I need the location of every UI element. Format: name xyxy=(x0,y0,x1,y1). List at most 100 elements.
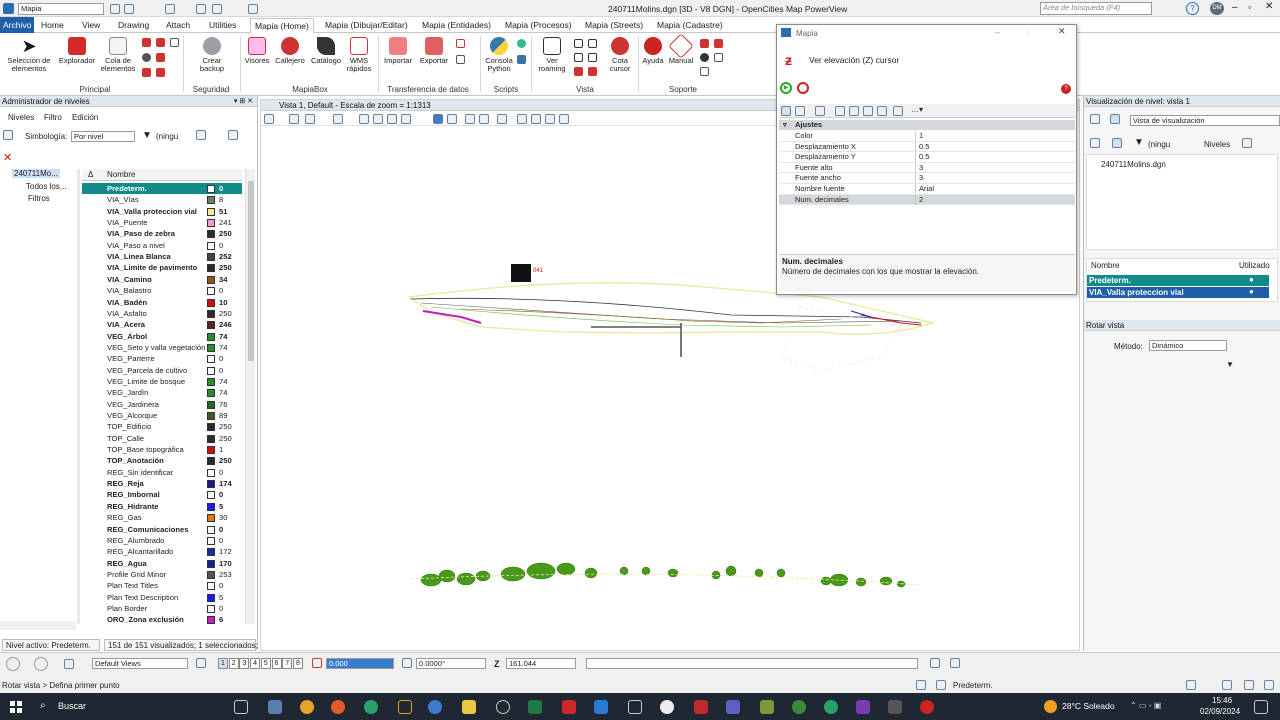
level-color-swatch[interactable] xyxy=(207,468,215,477)
lock-icon[interactable] xyxy=(936,680,946,690)
view-previous-icon[interactable] xyxy=(465,114,475,124)
filezilla-icon[interactable] xyxy=(694,700,708,714)
level-row[interactable]: REG_Gas 30 xyxy=(82,512,242,523)
level-color-swatch[interactable] xyxy=(207,604,215,613)
zoom-window-icon[interactable] xyxy=(359,114,369,124)
status-icon[interactable] xyxy=(1186,680,1196,690)
menu-edicion[interactable]: Edición xyxy=(72,113,98,122)
info-icon[interactable] xyxy=(700,53,709,62)
copy-view-icon[interactable] xyxy=(479,114,489,124)
level-row[interactable]: Profile Grid Minor 253 xyxy=(82,569,242,580)
level-row[interactable]: TOP_Calle 250 xyxy=(82,433,242,444)
open-file-icon[interactable] xyxy=(124,4,134,14)
task-view-icon[interactable] xyxy=(234,700,248,714)
level-color-swatch[interactable] xyxy=(207,298,215,307)
panel-controls[interactable]: ▾ ⊞ ✕ xyxy=(234,96,253,107)
consola-python-button[interactable]: Consola Python xyxy=(481,37,517,73)
excel-icon[interactable] xyxy=(528,700,542,714)
chrome-icon[interactable] xyxy=(824,700,838,714)
level-color-swatch[interactable] xyxy=(207,253,215,262)
level-row[interactable]: VEG_Parterre 0 xyxy=(82,353,242,364)
filter-icon[interactable]: ▼ xyxy=(1134,137,1144,148)
tab-mapia-entidades[interactable]: Mapia (Entidades) xyxy=(418,18,495,33)
status-icon[interactable] xyxy=(1244,680,1254,690)
clip-volume-icon[interactable] xyxy=(517,114,527,124)
app-icon[interactable] xyxy=(856,700,870,714)
display-row[interactable]: VIA_Valla proteccion vial ● xyxy=(1087,287,1269,298)
menu-filtro[interactable]: Filtro xyxy=(44,113,62,122)
level-color-swatch[interactable] xyxy=(207,434,215,443)
catalogo-button[interactable]: Catálogo xyxy=(308,37,344,65)
level-color-swatch[interactable] xyxy=(207,264,215,273)
play-icon[interactable]: ▶ xyxy=(780,82,792,94)
level-row[interactable]: REG_Comunicaciones 0 xyxy=(82,524,242,535)
tree-file[interactable]: 240711Mo... xyxy=(12,169,60,178)
level-row[interactable]: REG_Imbornal 0 xyxy=(82,489,242,500)
level-row[interactable]: VIA_Limite de pavimento 250 xyxy=(82,262,242,273)
level-color-swatch[interactable] xyxy=(207,219,215,228)
col-nombre[interactable]: Nombre xyxy=(107,170,135,179)
small-tool-icon[interactable] xyxy=(142,38,151,47)
level-color-swatch[interactable] xyxy=(207,559,215,568)
display-row[interactable]: Predeterm. ● xyxy=(1087,275,1269,286)
firefox-icon[interactable] xyxy=(331,700,345,714)
small-tool-icon[interactable] xyxy=(700,39,709,48)
filter-dropdown[interactable]: (ningu xyxy=(156,132,178,141)
tab-home[interactable]: Home xyxy=(37,18,68,33)
camera-icon[interactable] xyxy=(497,114,507,124)
level-list-scrollbar[interactable] xyxy=(245,169,255,624)
dialog-minimize[interactable]: – xyxy=(995,27,1000,37)
categorized-icon[interactable] xyxy=(781,106,791,116)
visores-button[interactable]: Visores xyxy=(242,37,272,65)
view-number-button[interactable]: 2 xyxy=(228,658,239,669)
print-icon[interactable] xyxy=(248,4,258,14)
level-row[interactable]: TOP_Anotación 250 xyxy=(82,455,242,466)
level-color-swatch[interactable] xyxy=(207,343,215,352)
level-color-swatch[interactable] xyxy=(207,377,215,386)
settings-icon[interactable] xyxy=(142,53,151,62)
col-used[interactable]: Utilizado xyxy=(1239,261,1270,270)
level-color-swatch[interactable] xyxy=(207,582,215,591)
display-set-icon[interactable] xyxy=(545,114,555,124)
calculator-icon[interactable] xyxy=(888,700,902,714)
view-levels-icon[interactable] xyxy=(1090,114,1100,124)
level-color-swatch[interactable] xyxy=(207,457,215,466)
level-row[interactable]: VIA_Camino 34 xyxy=(82,274,242,285)
toggle-icon[interactable] xyxy=(559,114,569,124)
status-icon[interactable] xyxy=(916,680,926,690)
fit-view-icon[interactable] xyxy=(401,114,411,124)
font-icon[interactable] xyxy=(877,106,887,116)
sort-icon[interactable]: Δ xyxy=(88,170,93,179)
view-number-button[interactable]: 7 xyxy=(282,658,293,669)
small-tool-icon[interactable] xyxy=(456,55,465,64)
bell-icon[interactable] xyxy=(714,53,723,62)
select-icon[interactable] xyxy=(333,114,343,124)
level-row[interactable]: VEG_Alcorque 89 xyxy=(82,410,242,421)
cota-cursor-button[interactable]: Cota cursor xyxy=(604,37,636,73)
level-color-swatch[interactable] xyxy=(207,355,215,364)
property-row[interactable]: Num. decimales 2 xyxy=(779,194,1075,206)
level-row[interactable]: VEG_Seto y valla vegetación 74 xyxy=(82,342,242,353)
tray-icons[interactable]: ⌃ ▭ ◦ ▣ xyxy=(1130,701,1161,710)
level-row[interactable]: VEG_Jardín 74 xyxy=(82,387,242,398)
tab-archivo[interactable]: Archivo xyxy=(0,17,35,33)
view-number-button[interactable]: 4 xyxy=(250,658,261,669)
github-icon[interactable] xyxy=(660,700,674,714)
property-pages-icon[interactable] xyxy=(815,106,825,116)
filter-icon[interactable]: ▼ xyxy=(142,130,152,141)
app-icon[interactable] xyxy=(562,700,576,714)
level-color-swatch[interactable] xyxy=(207,230,215,239)
importar-button[interactable]: Importar xyxy=(380,37,416,65)
small-tool-icon[interactable] xyxy=(170,38,179,47)
level-color-swatch[interactable] xyxy=(207,570,215,579)
active-level-field[interactable]: Nivel activo: Predeterm. xyxy=(2,639,100,651)
close-button[interactable]: ✕ xyxy=(1265,1,1273,12)
ver-roaming-button[interactable]: Ver roaming xyxy=(534,37,570,73)
angle-input[interactable]: 0.0000° xyxy=(416,658,486,669)
user-avatar[interactable]: DM xyxy=(1210,2,1224,15)
seleccion-button[interactable]: ➤ Selección de elementos xyxy=(4,37,54,73)
delete-icon[interactable]: ✕ xyxy=(3,151,12,164)
clip-mask-icon[interactable] xyxy=(531,114,541,124)
level-props-icon[interactable] xyxy=(228,130,238,140)
tree-all-levels[interactable]: Todos los... xyxy=(26,182,66,191)
